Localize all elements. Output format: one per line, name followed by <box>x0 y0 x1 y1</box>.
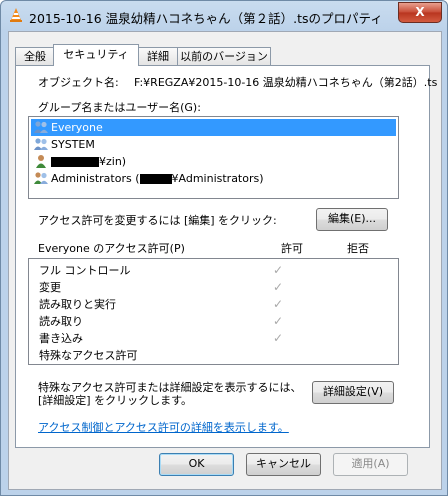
perm-name: フル コントロール <box>39 264 131 277</box>
group-users-icon <box>34 172 48 184</box>
perm-name: 書き込み <box>39 332 83 345</box>
cancel-button[interactable]: キャンセル <box>246 453 321 476</box>
list-item-label: Everyone <box>51 121 103 134</box>
perm-row-modify: 変更 ✓ <box>39 279 394 296</box>
redacted-name <box>139 174 172 184</box>
dialog-client: 全般 セキュリティ 詳細 以前のバージョン オブジェクト名: F:¥REGZA¥… <box>8 31 442 490</box>
properties-window: 2015-10-16 温泉幼精ハコネちゃん（第２話）.tsのプロパティ X 全般… <box>0 0 448 496</box>
perm-name: 読み取りと実行 <box>39 298 116 311</box>
tab-security[interactable]: セキュリティ <box>53 44 139 66</box>
list-item-suffix: ¥Administrators) <box>171 172 264 185</box>
allow-check-icon: ✓ <box>273 297 284 311</box>
list-item-prefix: Administrators ( <box>51 172 140 185</box>
allow-check-icon: ✓ <box>273 331 284 345</box>
advanced-text-line2: [詳細設定] をクリックします。 <box>38 394 192 407</box>
change-permissions-text: アクセス許可を変更するには [編集] をクリック: <box>38 214 277 227</box>
perm-row-read: 読み取り ✓ <box>39 313 394 330</box>
title-bar[interactable]: 2015-10-16 温泉幼精ハコネちゃん（第２話）.tsのプロパティ X <box>1 1 447 31</box>
access-control-help-link[interactable]: アクセス制御とアクセス許可の詳細を表示します。 <box>38 419 289 435</box>
perm-row-full-control: フル コントロール ✓ <box>39 262 394 279</box>
apply-button[interactable]: 適用(A) <box>333 453 408 476</box>
group-users-icon <box>34 138 48 150</box>
perm-name: 読み取り <box>39 315 83 328</box>
permissions-header: Everyone のアクセス許可(P) <box>38 242 185 255</box>
allow-column-header: 許可 <box>281 242 303 255</box>
list-item-text: Administrators ( ¥Administrators) <box>51 170 264 187</box>
edit-button[interactable]: 編集(E)... <box>316 208 388 231</box>
advanced-button[interactable]: 詳細設定(V) <box>312 381 394 404</box>
object-name-value: F:¥REGZA¥2015-10-16 温泉幼精ハコネちゃん（第2話）.ts <box>134 76 438 89</box>
deny-column-header: 拒否 <box>347 242 369 255</box>
user-icon <box>36 155 46 168</box>
list-item-system[interactable]: SYSTEM <box>31 136 396 153</box>
perm-name: 変更 <box>39 281 61 294</box>
perm-row-write: 書き込み ✓ <box>39 330 394 347</box>
perm-name: 特殊なアクセス許可 <box>39 349 138 362</box>
tab-previous-versions[interactable]: 以前のバージョン <box>177 47 271 65</box>
list-item-text: ¥zin) <box>51 153 126 170</box>
security-panel: オブジェクト名: F:¥REGZA¥2015-10-16 温泉幼精ハコネちゃん（… <box>15 65 437 448</box>
groups-listbox[interactable]: Everyone SYSTEM ¥zin) Administrators (¥… <box>28 116 399 199</box>
tab-general[interactable]: 全般 <box>15 47 55 65</box>
allow-check-icon: ✓ <box>273 314 284 328</box>
vlc-cone-icon <box>10 8 22 22</box>
redacted-name <box>51 157 99 167</box>
list-item-user-zin[interactable]: ¥zin) <box>31 153 396 170</box>
group-users-icon <box>34 121 48 133</box>
close-button[interactable]: X <box>398 2 442 23</box>
perm-row-read-execute: 読み取りと実行 ✓ <box>39 296 394 313</box>
list-item-suffix: ¥zin) <box>99 155 127 168</box>
perm-row-special: 特殊なアクセス許可 <box>39 347 394 364</box>
window-title: 2015-10-16 温泉幼精ハコネちゃん（第２話）.tsのプロパティ <box>29 11 383 26</box>
allow-check-icon: ✓ <box>273 263 284 277</box>
groups-label: グループ名またはユーザー名(G): <box>38 101 201 114</box>
list-item-label: SYSTEM <box>51 138 95 151</box>
tab-details[interactable]: 詳細 <box>137 47 179 65</box>
list-item-administrators[interactable]: Administrators ( ¥Administrators) <box>31 170 396 187</box>
object-name-label: オブジェクト名: <box>38 76 119 89</box>
list-item-everyone[interactable]: Everyone <box>31 119 396 136</box>
permissions-list: フル コントロール ✓ 変更 ✓ 読み取りと実行 ✓ 読み取り ✓ 書き込み ✓… <box>28 258 399 365</box>
allow-check-icon: ✓ <box>273 280 284 294</box>
ok-button[interactable]: OK <box>159 453 234 476</box>
